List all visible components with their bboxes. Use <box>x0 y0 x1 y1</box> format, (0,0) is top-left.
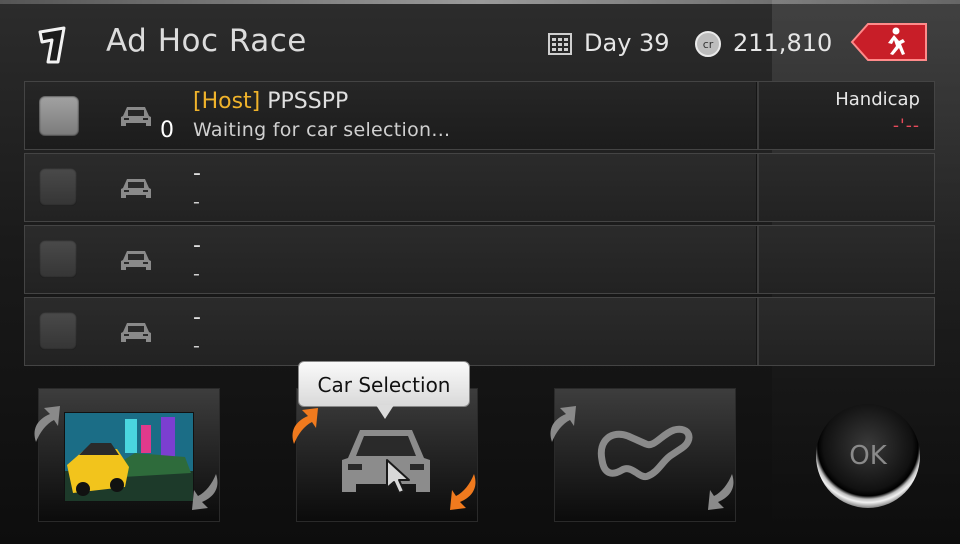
page-title: Ad Hoc Race <box>106 23 307 59</box>
track-layout-icon <box>597 425 693 481</box>
game-logo-icon <box>38 26 66 64</box>
credits-coin-icon: cr <box>695 31 721 57</box>
player-status: - <box>193 263 201 285</box>
rotate-arrow-icon <box>550 406 576 442</box>
handicap-label: Handicap <box>835 89 920 110</box>
slot-checkbox[interactable] <box>39 168 77 206</box>
column-divider <box>756 154 759 221</box>
credits-symbol: cr <box>703 38 714 51</box>
rotate-arrow-active-icon <box>292 408 318 444</box>
rotate-arrow-icon <box>192 474 218 510</box>
ok-label: OK <box>849 441 887 471</box>
calendar-icon <box>548 33 572 55</box>
column-divider <box>756 298 759 365</box>
player-slot-3[interactable]: - - <box>24 225 935 294</box>
credits-amount: 211,810 <box>733 29 833 57</box>
rotate-arrow-active-icon <box>450 474 476 510</box>
column-divider <box>756 226 759 293</box>
player-name: - <box>193 161 201 186</box>
race-thumbnail-image <box>64 412 194 502</box>
car-icon <box>121 323 151 342</box>
player-status: Waiting for car selection... <box>193 119 451 141</box>
player-status: - <box>193 191 201 213</box>
rotate-arrow-icon <box>708 474 734 510</box>
host-tag: [Host] <box>193 89 261 114</box>
day-counter: Day 39 <box>584 29 670 57</box>
pointer-cursor-icon <box>386 459 410 494</box>
player-name: PPSSPP <box>267 89 349 114</box>
player-name: - <box>193 233 201 258</box>
slot-checkbox[interactable] <box>39 312 77 350</box>
handicap-value: -'-- <box>892 116 920 136</box>
player-slot-4[interactable]: - - <box>24 297 935 366</box>
player-count: 0 <box>160 118 174 143</box>
player-status: - <box>193 335 201 357</box>
player-name-line: [Host] PPSSPP <box>193 89 348 114</box>
car-icon <box>121 107 151 126</box>
ok-button[interactable]: OK <box>816 404 920 508</box>
car-selection-tooltip: Car Selection <box>298 361 470 407</box>
slot-checkbox[interactable] <box>39 240 77 278</box>
player-slot-1[interactable]: 0 [Host] PPSSPP Waiting for car selectio… <box>24 81 935 150</box>
car-icon <box>121 251 151 270</box>
exit-button[interactable] <box>850 22 928 62</box>
tooltip-tail <box>376 405 394 419</box>
slot-checkbox[interactable] <box>39 96 79 136</box>
player-name: - <box>193 305 201 330</box>
player-slot-2[interactable]: - - <box>24 153 935 222</box>
column-divider <box>756 82 759 149</box>
car-icon <box>121 179 151 198</box>
rotate-arrow-icon <box>34 406 60 442</box>
